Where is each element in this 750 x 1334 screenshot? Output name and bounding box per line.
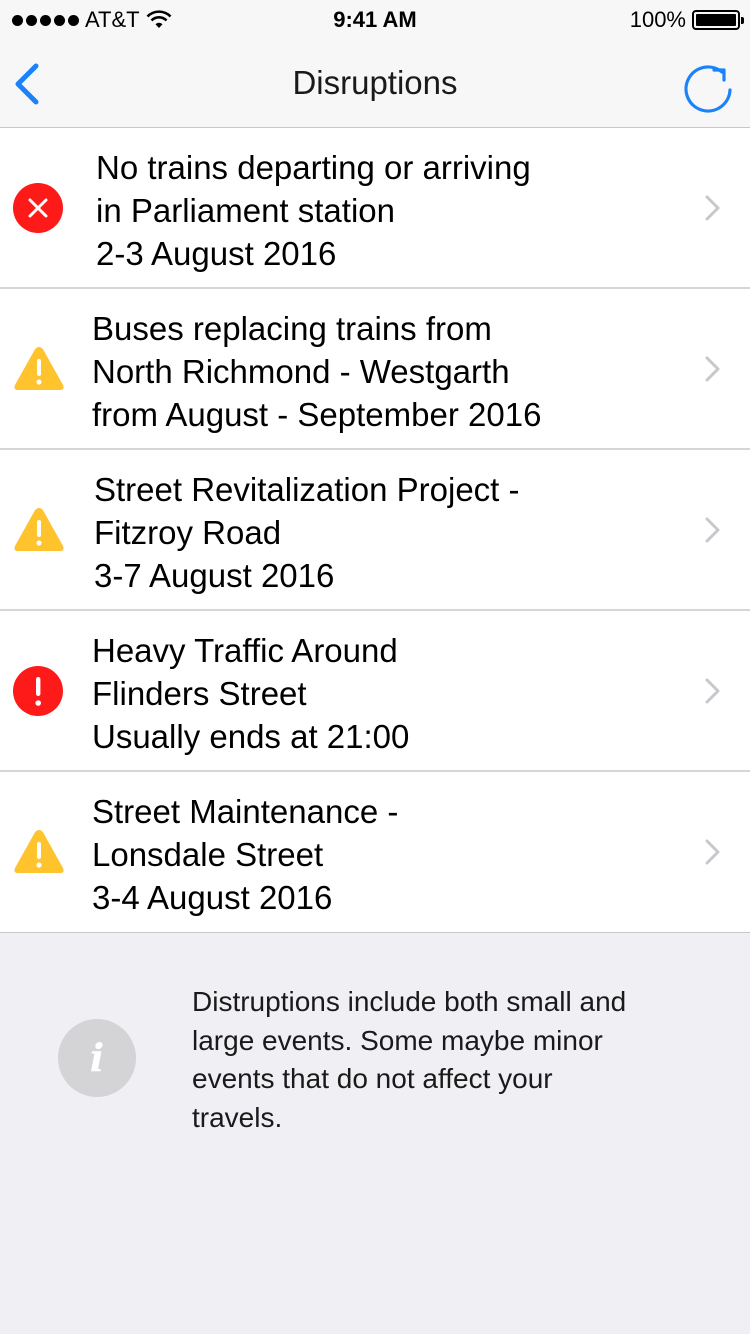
battery-fill [696, 14, 736, 26]
disruption-title: Street Maintenance - [92, 793, 399, 830]
info-line: Distruptions include both small and [192, 986, 627, 1017]
disruption-text: No trains departing or arriving in Parli… [96, 146, 531, 275]
info-section: i Distruptions include both small and la… [0, 937, 750, 1334]
disruption-dates: 2-3 August 2016 [96, 235, 337, 272]
disruption-title: Street Revitalization Project - [94, 471, 520, 508]
refresh-icon [684, 65, 732, 113]
disruption-title: Buses replacing trains from [92, 310, 492, 347]
disruption-dates: from August - September 2016 [92, 396, 542, 433]
disruption-title: No trains departing or arriving [96, 149, 531, 186]
info-line: large events. Some maybe minor [192, 1024, 603, 1056]
disruption-text: Buses replacing trains from North Richmo… [92, 307, 541, 436]
disruption-location: in Parliament station [96, 192, 395, 229]
disruption-row[interactable]: Street Revitalization Project - Fitzroy … [0, 450, 750, 611]
refresh-button[interactable] [680, 60, 736, 116]
disruption-location: Lonsdale Street [92, 836, 324, 873]
status-bar: AT&T 9:41 AM 100% [0, 0, 750, 40]
info-text: Distruptions include both small and larg… [192, 983, 712, 1137]
disruption-dates: 3-4 August 2016 [92, 879, 333, 916]
warning-triangle-icon [14, 347, 64, 390]
info-line: travels. [192, 1101, 283, 1133]
disruption-row[interactable]: Street Maintenance - Lonsdale Street 3-4… [0, 772, 750, 933]
warning-triangle-icon [14, 830, 64, 873]
exclamation-circle-icon [13, 666, 63, 716]
disruption-dates: 3-7 August 2016 [94, 557, 335, 594]
chevron-right-icon [705, 356, 720, 382]
chevron-right-icon [705, 517, 720, 543]
battery-percent: 100% [629, 7, 686, 32]
chevron-right-icon [705, 678, 720, 704]
disruption-text: Heavy Traffic Around Flinders Street Usu… [92, 629, 409, 758]
disruption-location: Flinders Street [92, 675, 307, 712]
x-circle-icon [13, 183, 63, 233]
info-line: events that do not affect your [192, 1063, 553, 1094]
status-right: 100% [629, 7, 744, 33]
disruption-row[interactable]: Heavy Traffic Around Flinders Street Usu… [0, 611, 750, 772]
disruption-row[interactable]: No trains departing or arriving in Parli… [0, 128, 750, 289]
info-icon-glyph: i [89, 1035, 105, 1080]
battery-icon [692, 10, 744, 30]
chevron-right-icon [705, 839, 720, 865]
page-title: Disruptions [292, 64, 458, 101]
disruption-row[interactable]: Buses replacing trains from North Richmo… [0, 289, 750, 450]
disruption-text: Street Revitalization Project - Fitzroy … [94, 468, 520, 597]
navigation-bar: Disruptions [0, 40, 750, 128]
disruption-title: Heavy Traffic Around [92, 632, 398, 669]
disruption-location: Fitzroy Road [94, 514, 282, 551]
disruption-dates: Usually ends at 21:00 [92, 718, 410, 755]
warning-triangle-icon [14, 508, 64, 551]
info-icon: i [58, 1019, 136, 1097]
disruption-location: North Richmond - Westgarth [92, 353, 510, 390]
disruption-text: Street Maintenance - Lonsdale Street 3-4… [92, 790, 398, 919]
chevron-right-icon [705, 195, 720, 221]
disruptions-list: No trains departing or arriving in Parli… [0, 128, 750, 933]
